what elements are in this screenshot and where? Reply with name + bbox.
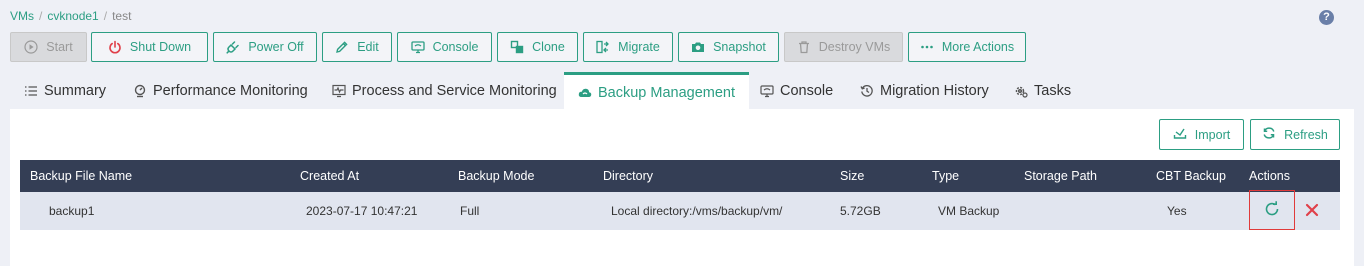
start-button: Start (10, 32, 87, 62)
table-header-row: Backup File Name Created At Backup Mode … (20, 160, 1340, 192)
col-storage-path[interactable]: Storage Path (1024, 160, 1156, 192)
pencil-icon (335, 40, 349, 54)
import-button[interactable]: Import (1159, 119, 1244, 150)
refresh-button[interactable]: Refresh (1250, 119, 1340, 150)
tab-console[interactable]: Console (760, 72, 833, 109)
restore-icon (1264, 200, 1280, 220)
cell-storage-path (1024, 192, 1156, 230)
gears-icon (1014, 84, 1028, 98)
tab-summary-label: Summary (44, 82, 107, 99)
snapshot-label: Snapshot (713, 40, 766, 54)
plug-icon (226, 40, 240, 54)
tab-performance-monitoring[interactable]: Performance Monitoring (133, 72, 308, 109)
tab-summary[interactable]: Summary (24, 72, 106, 109)
table-row[interactable]: backup1 2023-07-17 10:47:21 Full Local d… (20, 190, 1340, 230)
cell-size: 5.72GB (840, 204, 881, 218)
tab-process-label: Process and Service Monitoring (352, 82, 557, 99)
tab-performance-label: Performance Monitoring (153, 82, 308, 99)
col-created-at[interactable]: Created At (300, 160, 458, 192)
tab-tasks[interactable]: Tasks (1014, 72, 1071, 109)
start-label: Start (46, 40, 73, 54)
shutdown-label: Shut Down (129, 40, 192, 54)
cell-directory: Local directory:/vms/backup/vm/ (611, 204, 783, 218)
col-type[interactable]: Type (932, 160, 1024, 192)
list-icon (24, 84, 38, 98)
breadcrumb: VMs / cvknode1/test (10, 9, 132, 23)
import-label: Import (1194, 127, 1231, 142)
tab-backup-label: Backup Management (598, 84, 736, 101)
more-dots-icon (920, 40, 934, 54)
console-label: Console (432, 40, 479, 54)
shutdown-button[interactable]: Shut Down (91, 32, 208, 62)
screen-pulse-icon (332, 84, 346, 98)
col-directory[interactable]: Directory (603, 160, 840, 192)
more-actions-button[interactable]: More Actions (908, 32, 1026, 62)
col-backup-mode[interactable]: Backup Mode (458, 160, 603, 192)
refresh-label: Refresh (1284, 127, 1328, 142)
cell-created-at: 2023-07-17 10:47:21 (306, 204, 418, 218)
tab-console-label: Console (780, 82, 834, 99)
backup-panel: Import Refresh Backup File Name Created … (10, 109, 1354, 266)
cloud-backup-icon (578, 86, 592, 100)
destroy-vms-label: Destroy VMs (818, 40, 891, 54)
cell-backup-name: backup1 (49, 204, 95, 218)
col-size[interactable]: Size (840, 160, 932, 192)
delete-icon[interactable] (1305, 203, 1319, 220)
more-actions-label: More Actions (941, 40, 1015, 54)
gauge-icon (133, 84, 147, 98)
tab-migration-history[interactable]: Migration History (860, 72, 989, 109)
refresh-icon (1262, 126, 1276, 143)
tab-bar: Summary Performance Monitoring Process a… (10, 72, 1354, 110)
console-screen-icon (760, 84, 774, 98)
play-icon (24, 40, 38, 54)
tab-backup-management[interactable]: Backup Management (564, 72, 750, 110)
col-cbt-backup[interactable]: CBT Backup (1156, 160, 1249, 192)
help-icon[interactable]: ? (1319, 10, 1334, 25)
tab-process-service-monitoring[interactable]: Process and Service Monitoring (332, 72, 557, 109)
migrate-button[interactable]: Migrate (583, 32, 673, 62)
clone-button[interactable]: Clone (497, 32, 578, 62)
snapshot-button[interactable]: Snapshot (678, 32, 779, 62)
history-icon (860, 84, 874, 98)
clone-label: Clone (532, 40, 565, 54)
import-icon (1173, 126, 1187, 143)
tab-tasks-label: Tasks (1034, 82, 1072, 99)
cell-actions (1249, 190, 1340, 230)
console-button[interactable]: Console (397, 32, 492, 62)
breadcrumb-host[interactable]: cvknode1 (47, 9, 98, 23)
clone-icon (510, 40, 524, 54)
edit-label: Edit (357, 40, 379, 54)
col-actions: Actions (1249, 169, 1290, 183)
tab-migration-label: Migration History (880, 82, 989, 99)
monitor-icon (410, 40, 425, 54)
camera-icon (691, 40, 705, 54)
cell-type: VM Backup (938, 204, 1000, 218)
trash-icon (797, 40, 811, 54)
breadcrumb-current: test (112, 9, 132, 23)
cell-backup-mode: Full (460, 204, 480, 218)
restore-button[interactable] (1249, 190, 1295, 230)
col-backup-file-name[interactable]: Backup File Name (20, 160, 300, 192)
cell-cbt-backup: Yes (1167, 204, 1187, 218)
breadcrumb-vms[interactable]: VMs (10, 9, 34, 23)
edit-button[interactable]: Edit (322, 32, 392, 62)
power-icon (108, 40, 122, 54)
power-off-button[interactable]: Power Off (213, 32, 317, 62)
migrate-icon (596, 40, 610, 54)
migrate-label: Migrate (618, 40, 660, 54)
destroy-vms-button: Destroy VMs (784, 32, 903, 62)
power-off-label: Power Off (248, 40, 304, 54)
backup-table: Backup File Name Created At Backup Mode … (20, 160, 1340, 230)
